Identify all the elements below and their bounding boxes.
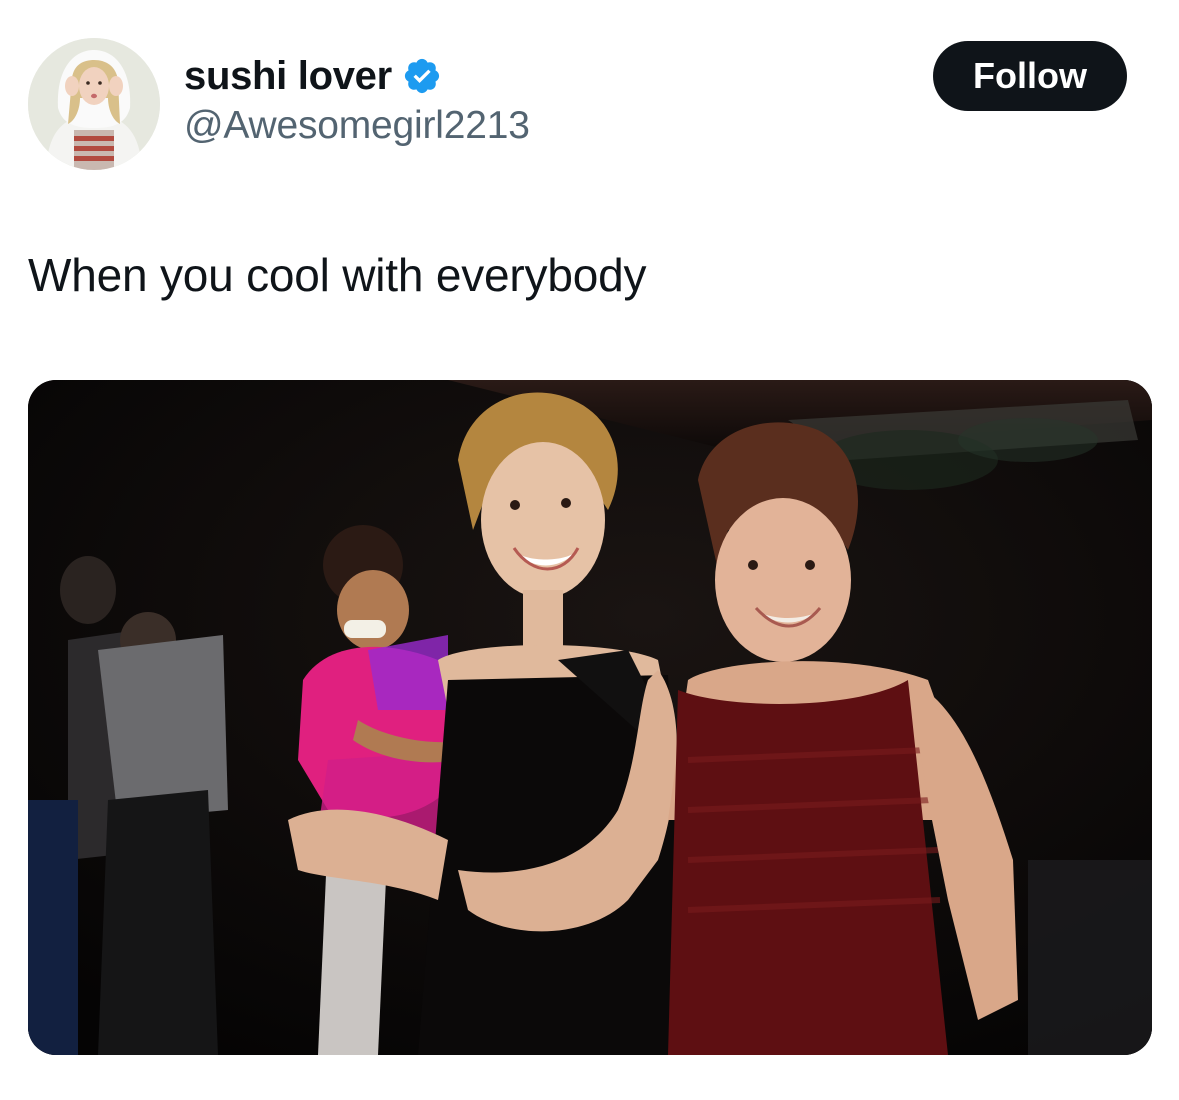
tweet-photo[interactable] [28,380,1152,1055]
verified-badge-icon[interactable] [402,56,442,96]
avatar-image [28,38,160,170]
tweet-card: sushi lover @Awesomegirl2213 Follow When… [0,0,1179,1100]
avatar[interactable] [28,38,160,170]
photo-image [28,380,1152,1055]
follow-button[interactable]: Follow [933,41,1127,111]
tweet-text: When you cool with everybody [28,249,647,301]
user-handle[interactable]: @Awesomegirl2213 [184,104,530,148]
display-name[interactable]: sushi lover [184,54,392,99]
user-info: sushi lover @Awesomegirl2213 [184,52,530,148]
name-row: sushi lover [184,52,530,100]
